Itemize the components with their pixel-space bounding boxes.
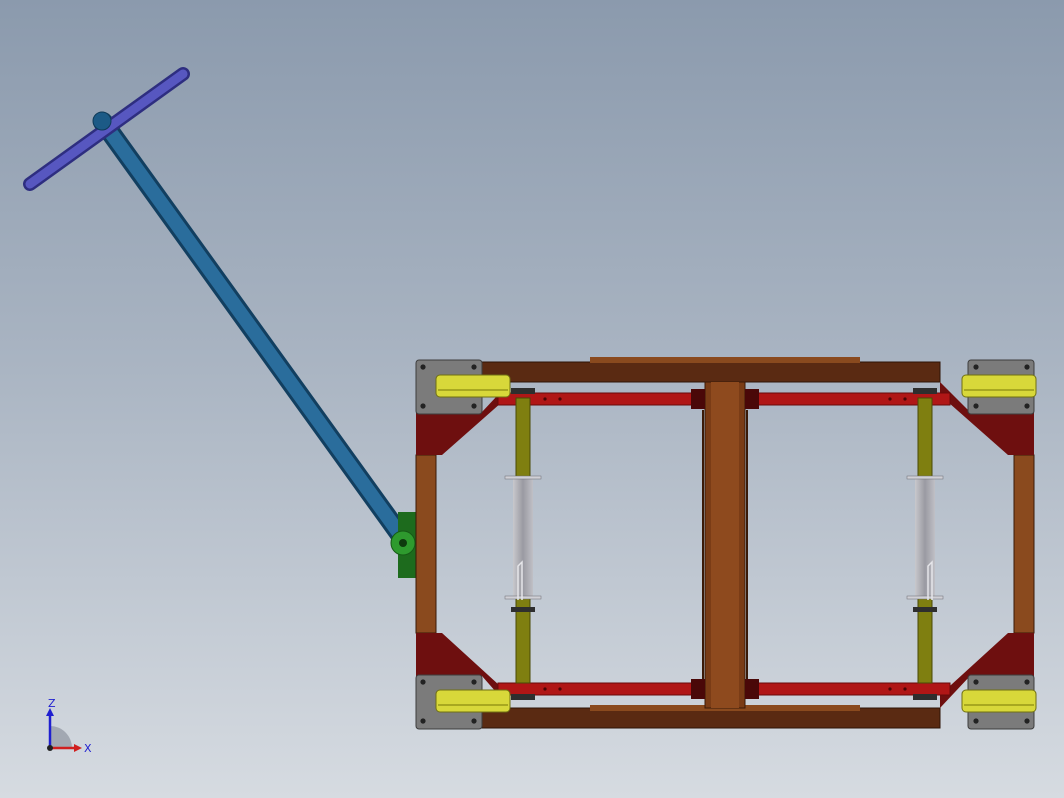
center-clamp-top-right bbox=[745, 389, 759, 409]
axle-left-sleeve bbox=[513, 478, 533, 596]
triad-x-label: X bbox=[84, 742, 92, 755]
center-clamp-top-left bbox=[691, 389, 705, 409]
caster-bottom-right[interactable] bbox=[961, 674, 1037, 730]
frame-top-rail-plate bbox=[590, 357, 860, 363]
caster-wheel bbox=[435, 374, 511, 398]
grip-joint bbox=[92, 111, 112, 131]
triad-z-label: Z bbox=[48, 698, 56, 710]
axle-left-collar-end bbox=[511, 694, 535, 700]
caster-wheel bbox=[435, 689, 511, 713]
coordinate-triad-icon: Z X bbox=[46, 698, 92, 755]
cad-viewport[interactable]: Z X bbox=[0, 0, 1064, 798]
center-beam-face bbox=[711, 382, 739, 708]
axle-right-washer-top bbox=[906, 475, 944, 480]
caster-wheel bbox=[961, 689, 1037, 713]
caster-top-right[interactable] bbox=[961, 359, 1037, 415]
caster-bolt bbox=[471, 718, 477, 724]
caster-bolt bbox=[420, 364, 426, 370]
caster-bolt bbox=[1024, 403, 1030, 409]
caster-bolt bbox=[1024, 718, 1030, 724]
axle-left-washer-bottom bbox=[504, 595, 542, 600]
caster-bolt bbox=[471, 679, 477, 685]
caster-bolt bbox=[1024, 679, 1030, 685]
cart-frame[interactable] bbox=[415, 357, 1035, 729]
axle-right-washer-bottom bbox=[906, 595, 944, 600]
triad-x-arrow-icon bbox=[74, 744, 82, 752]
caster-bolt bbox=[471, 364, 477, 370]
caster-bolt bbox=[420, 403, 426, 409]
axle-left-washer-top bbox=[504, 475, 542, 480]
caster-bolt bbox=[471, 403, 477, 409]
caster-bolt bbox=[973, 403, 979, 409]
triad-origin bbox=[47, 745, 53, 751]
axle-left-collar-top bbox=[511, 388, 535, 394]
axle-left[interactable] bbox=[504, 388, 542, 700]
axle-right-collar-end bbox=[913, 694, 937, 700]
frame-right-rail bbox=[1013, 454, 1035, 634]
caster-bolt bbox=[973, 718, 979, 724]
frame-left-rail bbox=[415, 454, 437, 634]
caster-bolt bbox=[973, 364, 979, 370]
handle-shaft-highlight bbox=[96, 115, 411, 547]
caster-bolt bbox=[1024, 364, 1030, 370]
center-clamp-bottom-right bbox=[745, 679, 759, 699]
triad-quadrant bbox=[50, 726, 72, 748]
cart-assembly-drawing[interactable] bbox=[0, 0, 1064, 798]
center-clamp-bottom-left bbox=[691, 679, 705, 699]
caster-bolt bbox=[973, 679, 979, 685]
axle-right-collar-bottom bbox=[913, 607, 937, 612]
axle-right[interactable] bbox=[906, 388, 944, 700]
caster-bolt bbox=[420, 718, 426, 724]
frame-top-rail bbox=[481, 361, 941, 383]
caster-wheel bbox=[961, 374, 1037, 398]
axle-right-collar-top bbox=[913, 388, 937, 394]
pull-handle[interactable] bbox=[23, 67, 416, 578]
axle-left-collar-bottom bbox=[511, 607, 535, 612]
caster-bolt bbox=[420, 679, 426, 685]
